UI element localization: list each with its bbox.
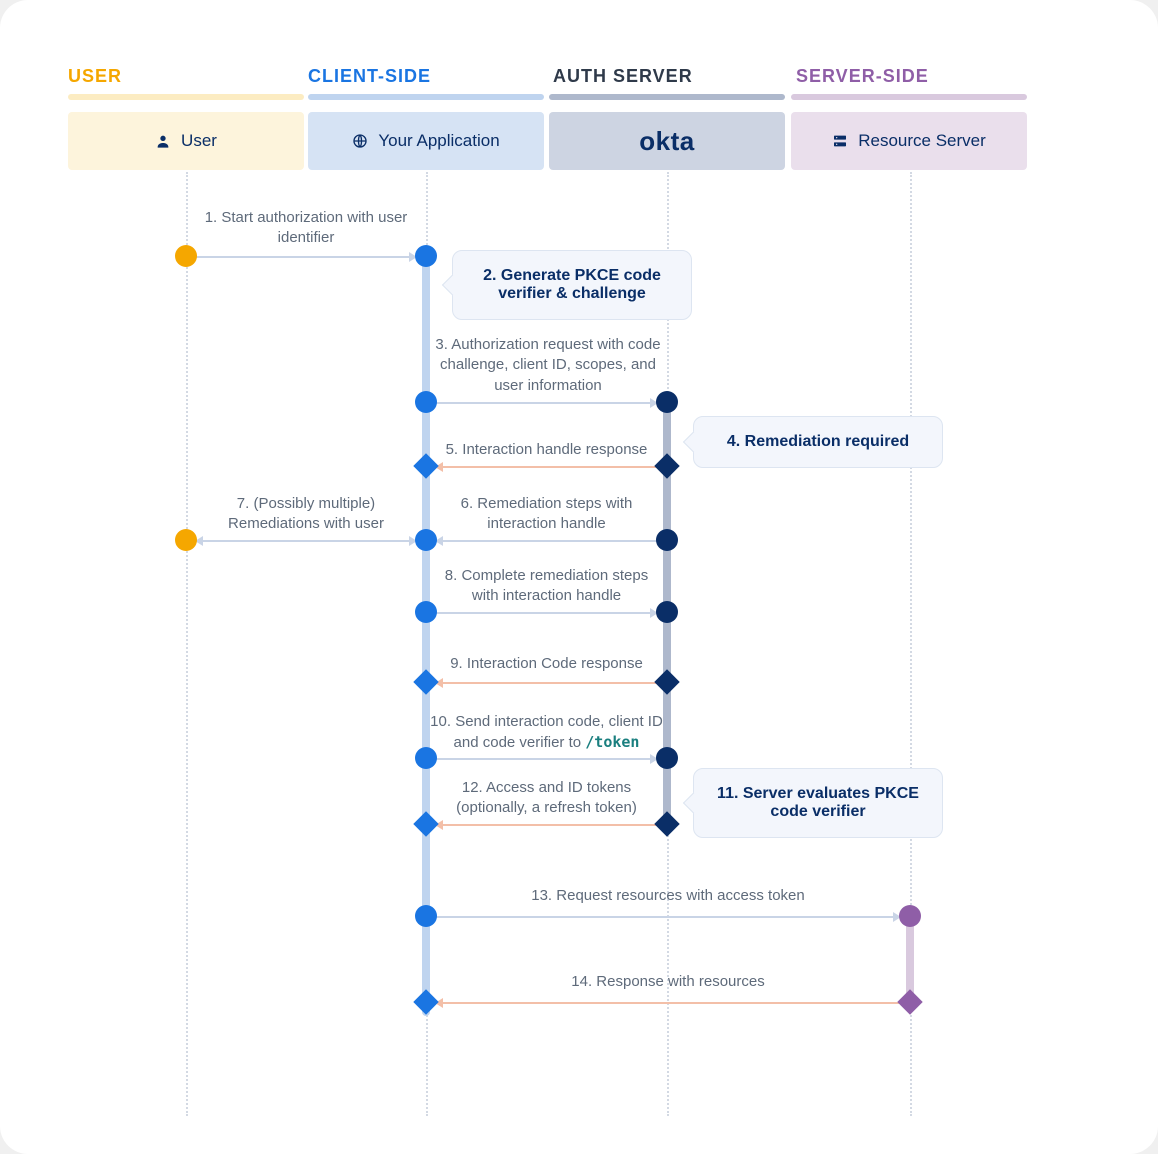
node-client-step8 (415, 601, 437, 623)
msg-6-arrow (436, 540, 657, 542)
okta-logo: okta (639, 126, 694, 157)
msg-5-label: 5. Interaction handle response (436, 440, 657, 460)
note-2: 2. Generate PKCE code verifier & challen… (452, 250, 692, 320)
server-icon (832, 133, 848, 149)
msg-6-label: 6. Remediation steps with interaction ha… (436, 494, 657, 535)
node-auth-step5 (654, 453, 679, 478)
node-client-step13 (415, 905, 437, 927)
lane-bar-user (68, 94, 304, 100)
node-auth-step9 (654, 669, 679, 694)
node-user-step1 (175, 245, 197, 267)
msg-8-arrow (436, 612, 657, 614)
node-client-step12 (413, 811, 438, 836)
msg-13-arrow (436, 916, 900, 918)
lane-title-server: SERVER-SIDE (796, 66, 929, 87)
lane-title-auth: AUTH SERVER (553, 66, 693, 87)
msg-10-arrow (436, 758, 657, 760)
msg-13-label: 13. Request resources with access token (436, 886, 900, 906)
lane-head-label: Resource Server (858, 131, 986, 151)
lane-bar-server (791, 94, 1027, 100)
node-auth-step3 (656, 391, 678, 413)
msg-1-arrow (196, 256, 416, 258)
diagram-canvas: USER CLIENT-SIDE AUTH SERVER SERVER-SIDE… (0, 0, 1158, 1154)
lifeline-user (186, 172, 188, 1116)
msg-14-label: 14. Response with resources (436, 972, 900, 992)
node-server-step13 (899, 905, 921, 927)
msg-9-label: 9. Interaction Code response (436, 654, 657, 674)
node-auth-step12 (654, 811, 679, 836)
lane-head-auth: okta (549, 112, 785, 170)
msg-9-arrow (436, 682, 657, 684)
msg-7-label: 7. (Possibly multiple) Remediations with… (196, 494, 416, 535)
msg-12-arrow (436, 824, 657, 826)
node-client-step7 (415, 529, 437, 551)
msg-12-label: 12. Access and ID tokens (optionally, a … (436, 778, 657, 819)
node-client-step5 (413, 453, 438, 478)
node-client-step10 (415, 747, 437, 769)
globe-icon (352, 133, 368, 149)
lane-head-label: User (181, 131, 217, 151)
lane-bar-auth (549, 94, 785, 100)
node-user-step7 (175, 529, 197, 551)
msg-3-arrow (436, 402, 657, 404)
node-client-step14 (413, 989, 438, 1014)
msg-8-label: 8. Complete remediation steps with inter… (436, 566, 657, 607)
node-auth-step10 (656, 747, 678, 769)
lane-head-server: Resource Server (791, 112, 1027, 170)
lane-head-label: Your Application (378, 131, 499, 151)
msg-5-arrow (436, 466, 657, 468)
lane-bar-client (308, 94, 544, 100)
node-client-step3 (415, 391, 437, 413)
node-client-step9 (413, 669, 438, 694)
lane-head-user: User (68, 112, 304, 170)
node-client-step1 (415, 245, 437, 267)
msg-14-arrow (436, 1002, 900, 1004)
lane-head-client: Your Application (308, 112, 544, 170)
user-icon (155, 133, 171, 149)
node-auth-step6 (656, 529, 678, 551)
node-auth-step8 (656, 601, 678, 623)
node-server-step14 (897, 989, 922, 1014)
lane-title-user: USER (68, 66, 122, 87)
note-11: 11. Server evaluates PKCE code verifier (693, 768, 943, 838)
lane-title-client: CLIENT-SIDE (308, 66, 431, 87)
msg-10-label: 10. Send interaction code, client ID and… (416, 712, 677, 754)
msg-7-arrow (196, 540, 416, 542)
note-4: 4. Remediation required (693, 416, 943, 468)
msg-1-label: 1. Start authorization with user identif… (196, 208, 416, 249)
msg-3-label: 3. Authorization request with code chall… (428, 335, 668, 396)
